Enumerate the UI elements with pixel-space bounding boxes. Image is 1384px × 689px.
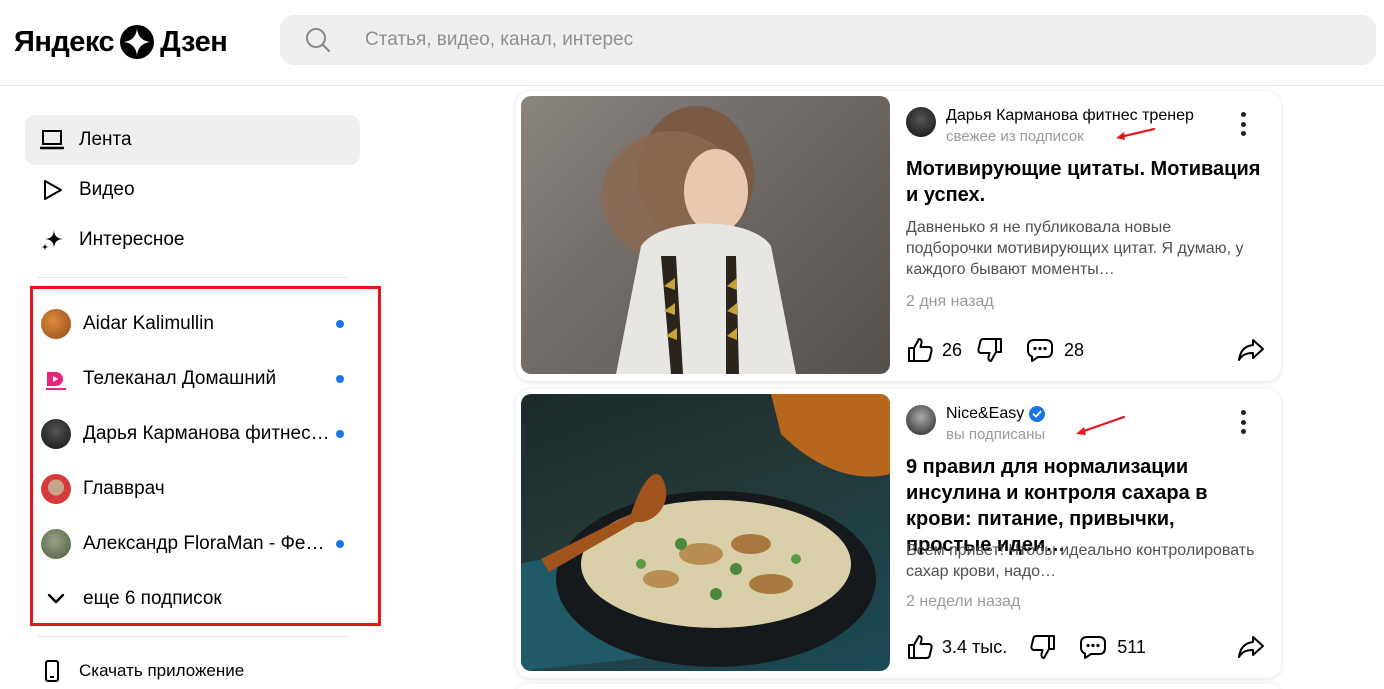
sidebar-divider <box>38 636 350 637</box>
article-info: Дарья Карманова фитнес тренер свежее из … <box>906 91 1265 381</box>
chevron-down-icon <box>41 584 71 614</box>
sidebar-divider <box>38 277 350 278</box>
nav-item-video[interactable]: Видео <box>25 165 360 215</box>
article-image[interactable] <box>521 394 890 671</box>
more-subscriptions-label: еще 6 подписок <box>83 588 222 609</box>
channel-status: вы подписаны <box>946 426 1046 443</box>
more-options-button[interactable] <box>1233 109 1253 139</box>
red-arrow-annotation <box>1116 127 1156 140</box>
share-button[interactable] <box>1237 336 1265 364</box>
subscription-item-glavvrach[interactable]: Главврач <box>41 466 361 512</box>
nav-item-label: Видео <box>79 179 135 200</box>
comment-count: 511 <box>1117 636 1146 657</box>
more-options-button[interactable] <box>1233 407 1253 437</box>
article-actions: 3.4 тыс. 511 <box>906 632 1265 662</box>
dislike-button[interactable] <box>1029 633 1057 661</box>
like-button[interactable]: 26 <box>906 336 962 364</box>
nav-item-feed[interactable]: Лента <box>25 115 360 165</box>
thumbs-up-icon <box>908 635 933 659</box>
comment-count: 28 <box>1064 339 1085 360</box>
laptop-icon <box>39 127 65 153</box>
avatar <box>41 419 71 449</box>
like-count: 3.4 тыс. <box>942 636 1008 657</box>
comment-icon <box>1027 339 1054 362</box>
search-bar[interactable] <box>280 15 1376 65</box>
comment-icon <box>1080 636 1107 659</box>
share-icon <box>1238 636 1264 658</box>
feed-card[interactable]: Дарья Карманова фитнес тренер свежее из … <box>516 91 1281 381</box>
red-arrow-annotation <box>1076 415 1126 435</box>
logo-text-left: Яндекс <box>14 25 115 58</box>
subscription-name: Телеканал Домашний <box>83 368 277 389</box>
download-app-label: Скачать приложение <box>79 661 245 680</box>
subscription-name: Александр FloraMan - Фермер <box>83 533 333 554</box>
thumbs-down-icon <box>1030 635 1056 659</box>
like-button[interactable]: 3.4 тыс. <box>906 633 1007 661</box>
nav-item-label: Лента <box>79 129 132 150</box>
share-icon <box>1238 339 1264 361</box>
article-snippet[interactable]: Всем привет! Чтобы идеально контролирова… <box>906 540 1261 582</box>
search-input[interactable] <box>365 29 1265 51</box>
verified-badge-icon <box>1029 406 1046 422</box>
article-photo-woman <box>601 106 796 374</box>
avatar <box>41 309 71 339</box>
left-sidebar: Лента Видео Интересное Aidar Kalimullin … <box>0 86 400 689</box>
nav-item-interesting[interactable]: Интересное <box>25 215 360 265</box>
article-info: Nice&Easy вы подписаны 9 правил для норм… <box>906 389 1265 678</box>
subscription-name: Главврач <box>83 478 165 499</box>
top-header: Яндекс Дзен <box>0 0 1384 86</box>
zen-star-icon <box>120 25 155 59</box>
channel-status: свежее из подписок <box>946 128 1084 145</box>
subscription-item-floraman[interactable]: Александр FloraMan - Фермер <box>41 521 361 567</box>
avatar <box>41 364 71 394</box>
feed-card[interactable]: Nice&Easy вы подписаны 9 правил для норм… <box>516 389 1281 678</box>
article-date: 2 недели назад <box>906 593 1021 610</box>
more-subscriptions-button[interactable]: еще 6 подписок <box>41 576 361 622</box>
article-image[interactable] <box>521 96 890 374</box>
yandex-zen-logo[interactable]: Яндекс Дзен <box>14 22 228 62</box>
subscription-item-aidar[interactable]: Aidar Kalimullin <box>41 301 361 347</box>
unread-dot <box>336 375 344 383</box>
channel-avatar[interactable] <box>906 107 936 137</box>
article-title[interactable]: Мотивирующие цитаты. Мотивация и успех. <box>906 156 1265 208</box>
subscription-item-karmanova[interactable]: Дарья Карманова фитнес тренер <box>41 411 361 457</box>
article-date: 2 дня назад <box>906 293 994 310</box>
subscription-item-domashniy[interactable]: Телеканал Домашний <box>41 356 361 402</box>
channel-name[interactable]: Дарья Карманова фитнес тренер <box>946 107 1194 125</box>
subscription-name: Дарья Карманова фитнес тренер <box>83 423 333 444</box>
unread-dot <box>336 320 344 328</box>
article-actions: 26 28 <box>906 335 1265 365</box>
search-icon <box>306 28 331 53</box>
like-count: 26 <box>942 339 963 360</box>
thumbs-down-icon <box>977 338 1003 362</box>
unread-dot <box>336 430 344 438</box>
channel-avatar[interactable] <box>906 405 936 435</box>
comments-button[interactable]: 511 <box>1079 633 1146 661</box>
sparkle-icon <box>39 227 65 253</box>
avatar <box>41 529 71 559</box>
nav-item-label: Интересное <box>79 229 185 250</box>
dislike-button[interactable] <box>976 336 1004 364</box>
comments-button[interactable]: 28 <box>1026 336 1084 364</box>
channel-name: Nice&Easy <box>946 405 1025 422</box>
channel-name-wrapper[interactable]: Nice&Easy <box>946 405 1046 423</box>
avatar <box>41 474 71 504</box>
unread-dot <box>336 540 344 548</box>
feed-card[interactable] <box>516 684 1281 689</box>
article-snippet[interactable]: Давненько я не публиковала новые подборо… <box>906 217 1261 280</box>
subscriptions-highlight-box: Aidar Kalimullin Телеканал Домашний Дарь… <box>30 286 381 626</box>
subscription-name: Aidar Kalimullin <box>83 313 214 334</box>
share-button[interactable] <box>1237 633 1265 661</box>
thumbs-up-icon <box>908 338 933 362</box>
logo-text-right: Дзен <box>160 25 228 58</box>
download-app-link[interactable]: Скачать приложение <box>25 648 360 689</box>
phone-icon <box>39 658 65 684</box>
article-photo-casserole <box>521 394 890 671</box>
play-icon <box>39 177 65 203</box>
